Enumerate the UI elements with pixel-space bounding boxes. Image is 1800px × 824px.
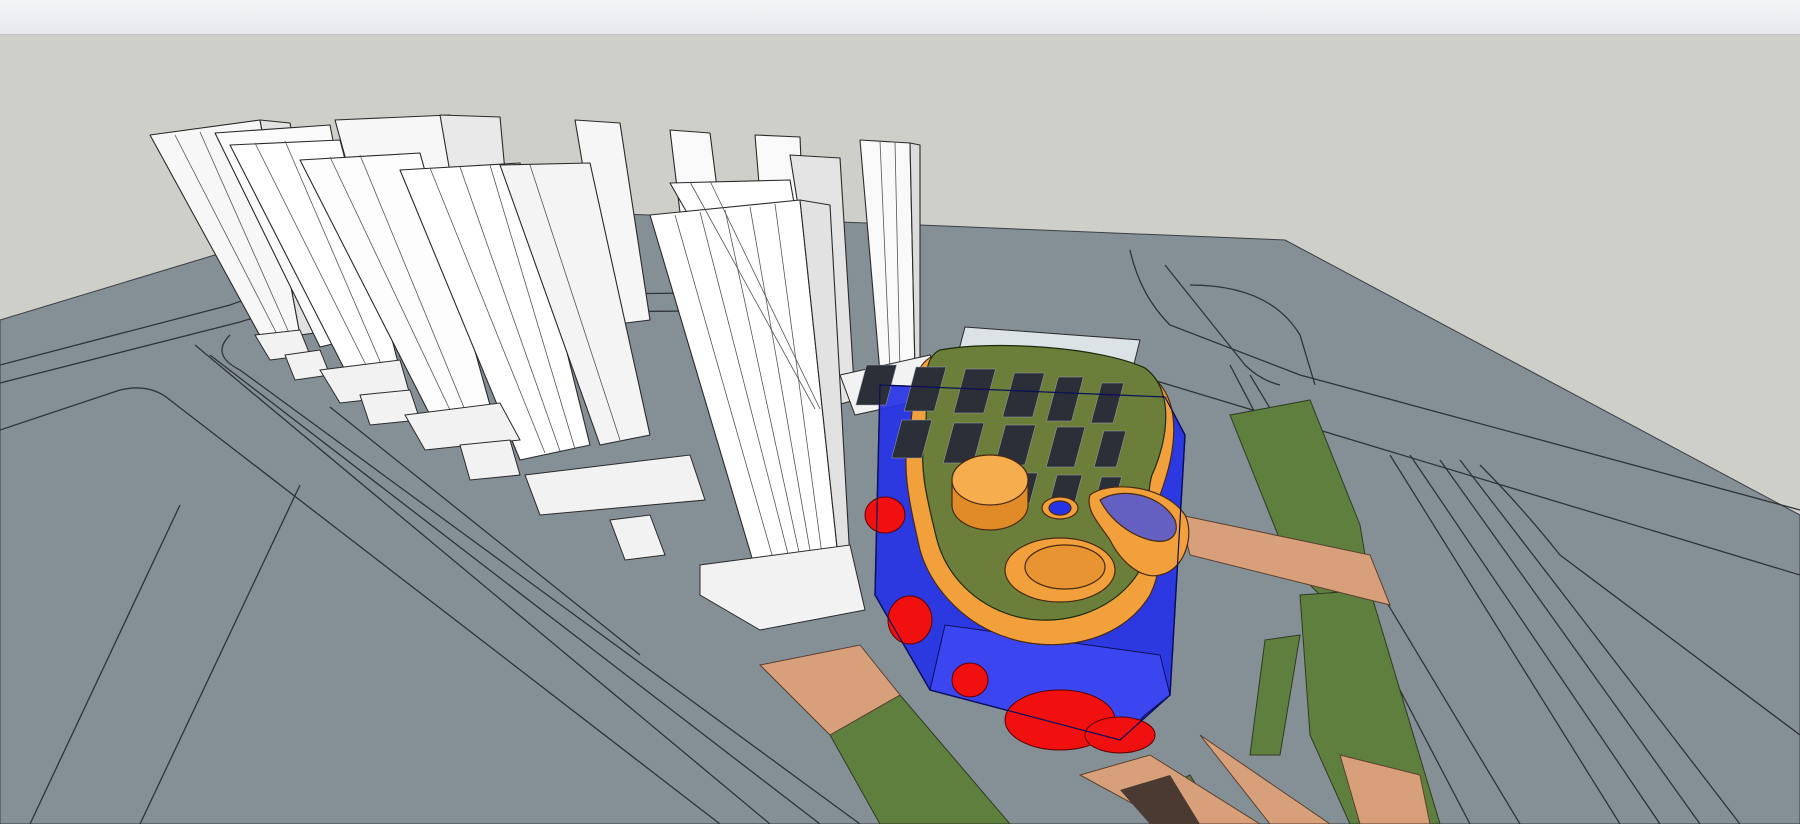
scene-canvas[interactable] xyxy=(0,35,1800,824)
red-volume-1 xyxy=(864,496,906,534)
3d-viewport[interactable] xyxy=(0,35,1800,824)
red-volume-5 xyxy=(1084,716,1156,754)
title-bar xyxy=(0,0,1800,35)
modeling-app-window xyxy=(0,0,1800,824)
red-volume-3 xyxy=(951,662,989,698)
red-volume-2 xyxy=(887,595,933,645)
